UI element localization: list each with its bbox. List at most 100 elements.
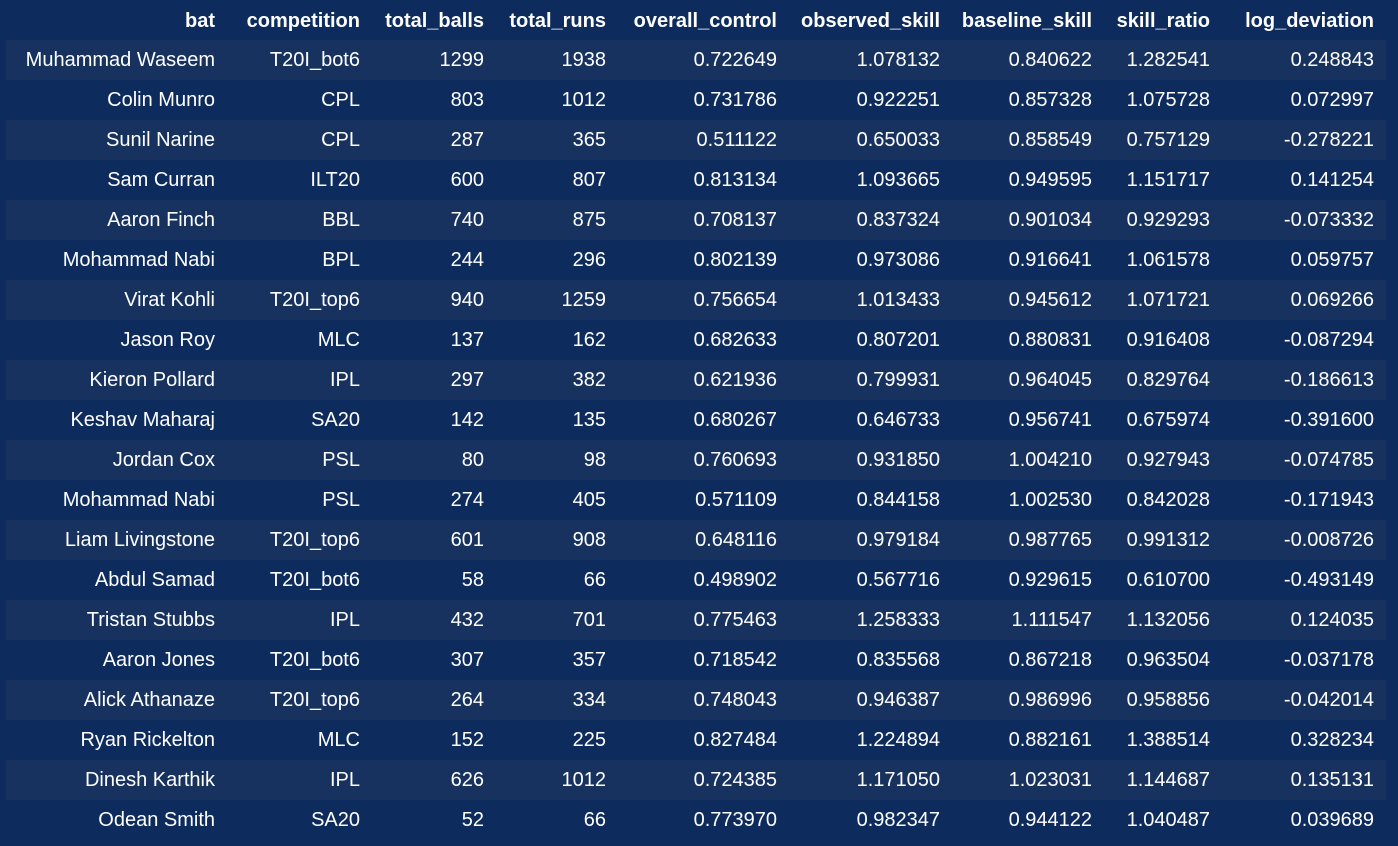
cell-observed-skill: 0.973086	[789, 240, 952, 280]
table-row: Mohammad Nabi PSL 274 405 0.571109 0.844158 1.…	[6, 480, 1386, 520]
cell-total-runs: 701	[496, 600, 618, 640]
cell-overall-control: 0.511122	[618, 120, 789, 160]
cell-competition: SA20	[227, 400, 372, 440]
cell-bat: Kieron Pollard	[6, 360, 227, 400]
cell-baseline-skill: 0.945612	[952, 280, 1104, 320]
cell-bat: Dinesh Karthik	[6, 760, 227, 800]
cell-observed-skill: 0.567716	[789, 560, 952, 600]
table-row: Sunil Narine CPL 287 365 0.511122 0.650033 0.8…	[6, 120, 1386, 160]
cell-overall-control: 0.802139	[618, 240, 789, 280]
cell-overall-control: 0.756654	[618, 280, 789, 320]
table-row: Odean Smith SA20 52 66 0.773970 0.982347 0.944…	[6, 800, 1386, 840]
cell-baseline-skill: 1.111547	[952, 600, 1104, 640]
cell-total-balls: 264	[372, 680, 496, 720]
cell-competition: PSL	[227, 440, 372, 480]
cell-log-deviation: -0.391600	[1222, 400, 1386, 440]
cell-competition: MLC	[227, 720, 372, 760]
cell-competition: CPL	[227, 80, 372, 120]
cell-bat: Keshav Maharaj	[6, 400, 227, 440]
cell-total-runs: 875	[496, 200, 618, 240]
cell-competition: IPL	[227, 760, 372, 800]
cell-skill-ratio: 0.927943	[1104, 440, 1222, 480]
cell-total-runs: 66	[496, 560, 618, 600]
cell-bat: Aaron Finch	[6, 200, 227, 240]
cell-bat: Jason Roy	[6, 320, 227, 360]
cell-log-deviation: -0.073332	[1222, 200, 1386, 240]
cell-observed-skill: 1.078132	[789, 40, 952, 80]
cell-baseline-skill: 0.867218	[952, 640, 1104, 680]
cell-observed-skill: 1.258333	[789, 600, 952, 640]
table-row: Mohammad Nabi BPL 244 296 0.802139 0.973086 0.…	[6, 240, 1386, 280]
header-row: bat competition total_balls total_runs overa…	[6, 3, 1386, 40]
cell-bat: Ryan Rickelton	[6, 720, 227, 760]
cell-skill-ratio: 0.963504	[1104, 640, 1222, 680]
cell-overall-control: 0.680267	[618, 400, 789, 440]
cell-baseline-skill: 0.929615	[952, 560, 1104, 600]
cell-overall-control: 0.648116	[618, 520, 789, 560]
cell-bat: Liam Livingstone	[6, 520, 227, 560]
cell-baseline-skill: 0.840622	[952, 40, 1104, 80]
cell-skill-ratio: 1.075728	[1104, 80, 1222, 120]
cell-baseline-skill: 0.944122	[952, 800, 1104, 840]
cell-baseline-skill: 0.949595	[952, 160, 1104, 200]
cell-bat: Colin Munro	[6, 80, 227, 120]
cell-skill-ratio: 1.282541	[1104, 40, 1222, 80]
cell-observed-skill: 0.650033	[789, 120, 952, 160]
cell-competition: T20I_top6	[227, 680, 372, 720]
cell-total-balls: 307	[372, 640, 496, 680]
cell-log-deviation: -0.278221	[1222, 120, 1386, 160]
column-header-observed-skill: observed_skill	[789, 3, 952, 40]
cell-competition: ILT20	[227, 160, 372, 200]
cell-baseline-skill: 0.956741	[952, 400, 1104, 440]
cell-total-runs: 807	[496, 160, 618, 200]
cell-total-runs: 405	[496, 480, 618, 520]
cell-observed-skill: 0.844158	[789, 480, 952, 520]
cell-log-deviation: -0.074785	[1222, 440, 1386, 480]
table-row: Aaron Jones T20I_bot6 307 357 0.718542 0.8355…	[6, 640, 1386, 680]
cell-total-balls: 432	[372, 600, 496, 640]
cell-skill-ratio: 0.842028	[1104, 480, 1222, 520]
cell-log-deviation: -0.087294	[1222, 320, 1386, 360]
table-row: Abdul Samad T20I_bot6 58 66 0.498902 0.567716…	[6, 560, 1386, 600]
table-row: Muhammad Waseem T20I_bot6 1299 1938 0.722649…	[6, 40, 1386, 80]
cell-skill-ratio: 0.675974	[1104, 400, 1222, 440]
cell-observed-skill: 0.646733	[789, 400, 952, 440]
cell-skill-ratio: 1.040487	[1104, 800, 1222, 840]
cell-competition: T20I_top6	[227, 280, 372, 320]
cell-baseline-skill: 1.002530	[952, 480, 1104, 520]
cell-baseline-skill: 0.880831	[952, 320, 1104, 360]
table-row: Ryan Rickelton MLC 152 225 0.827484 1.224894 0…	[6, 720, 1386, 760]
cell-total-runs: 382	[496, 360, 618, 400]
table-row: Aaron Finch BBL 740 875 0.708137 0.837324 0.90…	[6, 200, 1386, 240]
column-header-baseline-skill: baseline_skill	[952, 3, 1104, 40]
cell-log-deviation: 0.248843	[1222, 40, 1386, 80]
dataframe-output: bat competition total_balls total_runs overa…	[6, 3, 1386, 840]
cell-observed-skill: 0.837324	[789, 200, 952, 240]
cell-total-runs: 225	[496, 720, 618, 760]
cell-competition: BBL	[227, 200, 372, 240]
cell-skill-ratio: 1.151717	[1104, 160, 1222, 200]
dataframe-table: bat competition total_balls total_runs overa…	[6, 3, 1386, 840]
cell-total-runs: 98	[496, 440, 618, 480]
cell-bat: Sunil Narine	[6, 120, 227, 160]
cell-baseline-skill: 0.916641	[952, 240, 1104, 280]
cell-total-runs: 66	[496, 800, 618, 840]
cell-overall-control: 0.775463	[618, 600, 789, 640]
cell-bat: Aaron Jones	[6, 640, 227, 680]
cell-competition: IPL	[227, 360, 372, 400]
cell-overall-control: 0.748043	[618, 680, 789, 720]
cell-observed-skill: 0.931850	[789, 440, 952, 480]
cell-competition: PSL	[227, 480, 372, 520]
table-row: Liam Livingstone T20I_top6 601 908 0.648116 0…	[6, 520, 1386, 560]
table-row: Jason Roy MLC 137 162 0.682633 0.807201 0.8808…	[6, 320, 1386, 360]
cell-total-runs: 365	[496, 120, 618, 160]
cell-observed-skill: 0.835568	[789, 640, 952, 680]
cell-competition: T20I_top6	[227, 520, 372, 560]
cell-total-runs: 162	[496, 320, 618, 360]
cell-observed-skill: 1.093665	[789, 160, 952, 200]
column-header-skill-ratio: skill_ratio	[1104, 3, 1222, 40]
cell-bat: Mohammad Nabi	[6, 480, 227, 520]
cell-skill-ratio: 1.388514	[1104, 720, 1222, 760]
cell-observed-skill: 1.013433	[789, 280, 952, 320]
cell-log-deviation: 0.059757	[1222, 240, 1386, 280]
